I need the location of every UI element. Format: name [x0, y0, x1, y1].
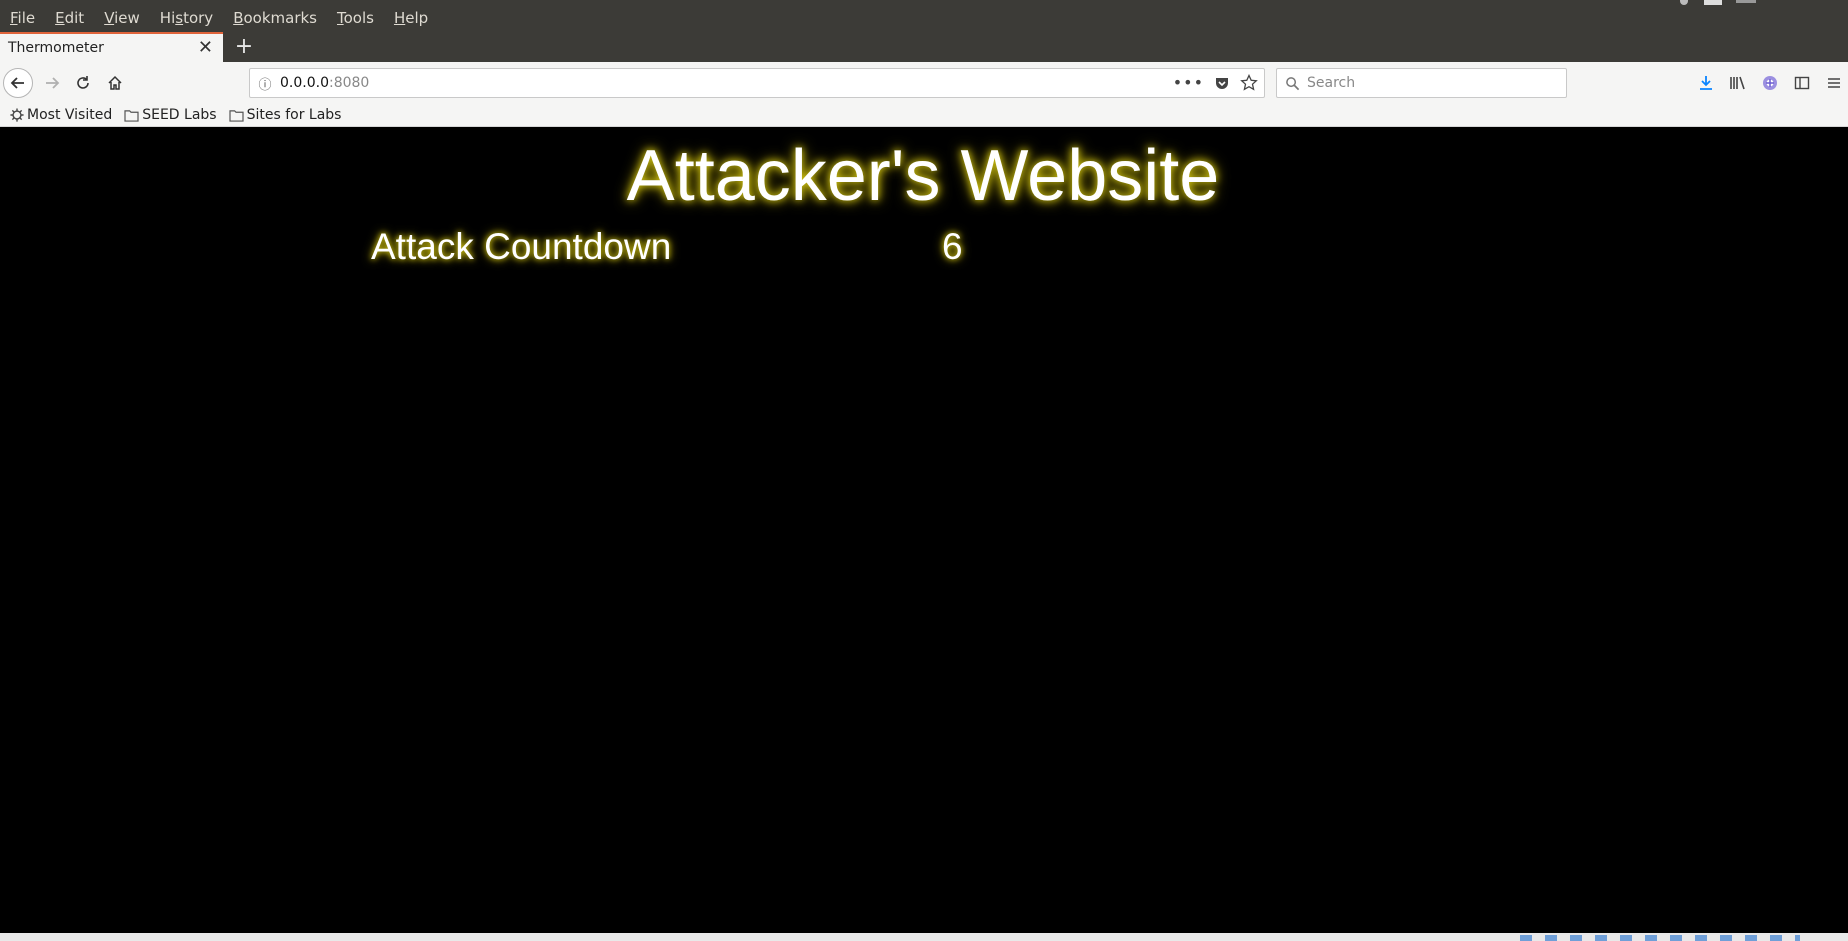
reload-button[interactable] [68, 68, 98, 98]
menu-bookmarks[interactable]: Bookmarks [233, 9, 317, 27]
menu-view[interactable]: View [104, 9, 140, 27]
sidebar-icon[interactable] [1792, 73, 1812, 93]
system-tray [1608, 0, 1848, 6]
status-strip [0, 933, 1848, 941]
bookmark-most-visited[interactable]: Most Visited [10, 107, 112, 123]
folder-icon [124, 109, 139, 122]
bookmark-seed-labs[interactable]: SEED Labs [124, 107, 217, 123]
extension-icon[interactable] [1760, 73, 1780, 93]
page-actions-icon[interactable]: ••• [1173, 73, 1204, 92]
home-button[interactable] [100, 68, 130, 98]
nav-toolbar: ⓘ 0.0.0.0:8080 ••• Search [0, 62, 1848, 104]
tray-icon[interactable] [1680, 0, 1688, 5]
tab-strip: Thermometer ✕ + [0, 32, 1848, 62]
bookmarks-bar: Most Visited SEED Labs Sites for Labs [0, 104, 1848, 127]
page-content: Attacker's Website Attack Countdown 6 [0, 127, 1848, 933]
search-placeholder: Search [1307, 75, 1356, 91]
tab-thermometer[interactable]: Thermometer ✕ [0, 32, 223, 62]
menu-edit[interactable]: Edit [55, 9, 84, 27]
menu-history[interactable]: History [160, 9, 213, 27]
tray-icon[interactable] [1704, 0, 1722, 5]
download-icon[interactable] [1696, 73, 1716, 93]
url-actions: ••• [1173, 73, 1258, 92]
arrow-left-icon [10, 77, 24, 89]
new-tab-button[interactable]: + [231, 34, 257, 60]
menu-bar: File Edit View History Bookmarks Tools H… [0, 0, 1848, 36]
url-port: :8080 [328, 75, 370, 91]
url-host: 0.0.0.0 [280, 75, 329, 91]
search-bar[interactable]: Search [1276, 68, 1567, 98]
countdown-label: Attack Countdown [371, 226, 672, 267]
star-icon[interactable] [1240, 73, 1258, 92]
search-icon [1277, 76, 1307, 91]
back-button[interactable] [3, 68, 33, 98]
pocket-icon[interactable] [1214, 75, 1230, 91]
hamburger-menu-icon[interactable] [1824, 73, 1844, 93]
status-icons [1520, 935, 1800, 941]
page-title: Attacker's Website [626, 136, 1220, 216]
toolbar-right [1688, 68, 1848, 98]
tab-title: Thermometer [8, 40, 104, 56]
info-icon[interactable]: ⓘ [250, 74, 280, 93]
arrow-right-icon [46, 77, 60, 89]
forward-button[interactable] [37, 68, 67, 98]
url-bar[interactable]: ⓘ 0.0.0.0:8080 ••• [249, 68, 1265, 98]
folder-icon [228, 109, 244, 122]
menu-tools[interactable]: Tools [337, 9, 374, 27]
menu-file[interactable]: File [10, 9, 35, 27]
bookmark-sites-for-labs[interactable]: Sites for Labs [228, 107, 341, 123]
reload-icon [77, 76, 89, 89]
tray-icon[interactable] [1736, 0, 1756, 3]
menu-help[interactable]: Help [394, 9, 428, 27]
close-icon[interactable]: ✕ [198, 38, 213, 58]
home-icon [108, 75, 122, 90]
gear-icon [10, 108, 24, 122]
countdown-value: 6 [942, 226, 963, 267]
library-icon[interactable] [1728, 73, 1748, 93]
